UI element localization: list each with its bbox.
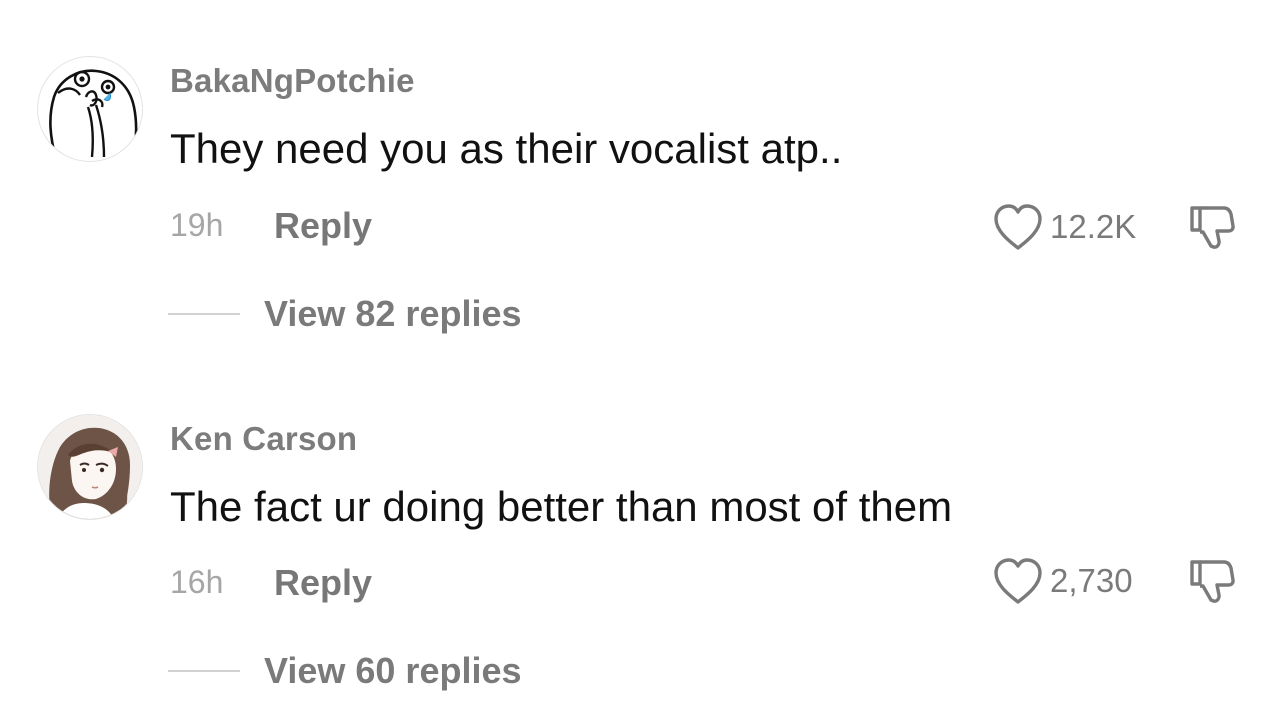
like-count: 12.2K (1050, 208, 1137, 245)
comment-timestamp: 16h (170, 564, 224, 600)
comment-username[interactable]: Ken Carson (170, 420, 357, 458)
avatar[interactable] (37, 56, 143, 162)
like-count: 2,730 (1050, 562, 1133, 599)
avatar[interactable] (37, 414, 143, 520)
view-replies-label: View 60 replies (264, 650, 522, 691)
dislike-button[interactable] (1186, 556, 1236, 606)
view-replies-label: View 82 replies (264, 293, 522, 334)
view-replies-button[interactable]: View 60 replies (168, 650, 522, 691)
like-button[interactable]: 2,730 (992, 556, 1133, 606)
comment-item: Ken Carson The fact ur doing better than… (0, 350, 1284, 700)
reply-button[interactable]: Reply (274, 205, 372, 247)
comment-username[interactable]: BakaNgPotchie (170, 62, 415, 100)
replies-divider-line (168, 313, 240, 315)
heart-outline-icon (994, 204, 1042, 250)
thumbs-down-icon (1190, 206, 1235, 249)
view-replies-button[interactable]: View 82 replies (168, 293, 522, 334)
replies-divider-line (168, 670, 240, 672)
crying-meme-face-avatar (43, 69, 138, 161)
heart-outline-icon (994, 558, 1042, 604)
comment-timestamp: 19h (170, 207, 224, 243)
reply-button[interactable]: Reply (274, 562, 372, 604)
comment-text: The fact ur doing better than most of th… (170, 483, 953, 530)
thumbs-down-icon (1190, 560, 1235, 603)
dislike-button[interactable] (1186, 202, 1236, 252)
like-button[interactable]: 12.2K (992, 202, 1136, 252)
comment-text: They need you as their vocalist atp.. (170, 125, 843, 172)
anime-girl-sketch-avatar (38, 415, 142, 519)
comment-item: BakaNgPotchie They need you as their voc… (0, 0, 1284, 350)
